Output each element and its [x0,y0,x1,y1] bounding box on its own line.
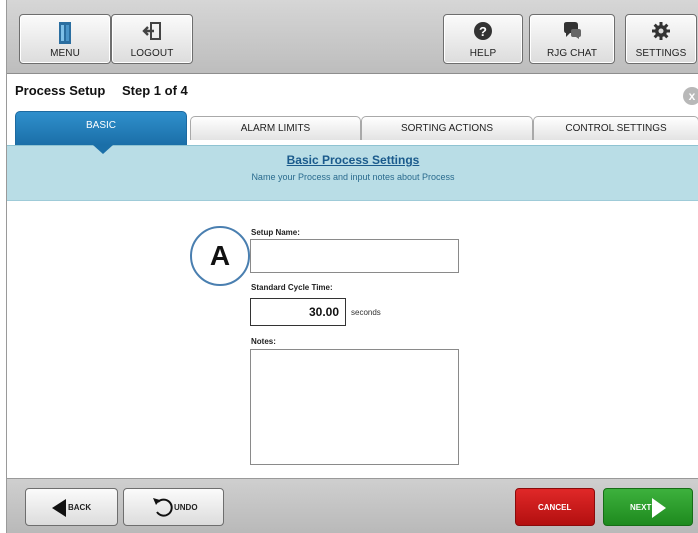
close-glyph: x [688,89,696,103]
notes-textarea[interactable] [250,349,459,465]
tab-sorting-actions[interactable]: SORTING ACTIONS [361,116,533,140]
tab-alarm-limits[interactable]: ALARM LIMITS [190,116,361,140]
logout-button[interactable]: LOGOUT [111,14,193,64]
top-toolbar: MENU LOGOUT ? HELP RJG CHAT SETTINGS [7,0,698,74]
tab-control-settings[interactable]: CONTROL SETTINGS [533,116,698,140]
close-icon[interactable]: x [683,87,698,105]
cycle-time-label: Standard Cycle Time: [251,283,333,292]
cancel-button[interactable]: CANCEL [515,488,595,526]
settings-label: SETTINGS [635,48,687,59]
next-button[interactable]: NEXT [603,488,693,526]
menu-button[interactable]: MENU [19,14,111,64]
step-indicator: Step 1 of 4 [122,83,188,98]
active-tab-pointer [93,145,113,154]
bottom-bar: BACK UNDO CANCEL NEXT [7,478,698,533]
back-button[interactable]: BACK [25,488,118,526]
back-arrow-icon [52,499,66,517]
svg-text:?: ? [479,24,487,39]
undo-button[interactable]: UNDO [123,488,224,526]
logout-label: LOGOUT [130,48,174,59]
notes-label: Notes: [251,337,276,346]
setup-name-input[interactable] [250,239,459,273]
undo-label: UNDO [174,503,198,512]
section-title: Basic Process Settings [286,153,420,167]
menu-label: MENU [50,48,80,59]
cycle-time-input[interactable]: 30.00 [250,298,346,326]
logout-icon [112,21,192,41]
chat-icon [530,21,614,41]
cycle-time-unit: seconds [351,308,381,317]
chat-button[interactable]: RJG CHAT [529,14,615,64]
menu-icon [20,21,110,45]
tab-basic[interactable]: BASIC [15,111,187,145]
chat-label: RJG CHAT [546,48,598,59]
page-title: Process Setup [15,83,106,98]
next-arrow-icon [652,498,666,518]
callout-marker: A [190,226,250,286]
setup-name-label: Setup Name: [251,228,300,237]
tab-bar: BASIC ALARM LIMITS SORTING ACTIONS CONTR… [7,111,698,145]
app-window: MENU LOGOUT ? HELP RJG CHAT SETTINGS Pro… [6,0,698,533]
help-button[interactable]: ? HELP [443,14,523,64]
settings-button[interactable]: SETTINGS [625,14,697,64]
help-label: HELP [469,48,497,59]
title-bar: Process Setup Step 1 of 4 x [7,74,698,106]
gear-icon [626,21,696,41]
undo-icon [153,498,173,517]
cancel-label: CANCEL [538,503,572,512]
next-label: NEXT [630,503,652,512]
section-subtitle: Name your Process and input notes about … [251,172,455,182]
help-icon: ? [444,21,522,41]
back-label: BACK [68,503,92,512]
